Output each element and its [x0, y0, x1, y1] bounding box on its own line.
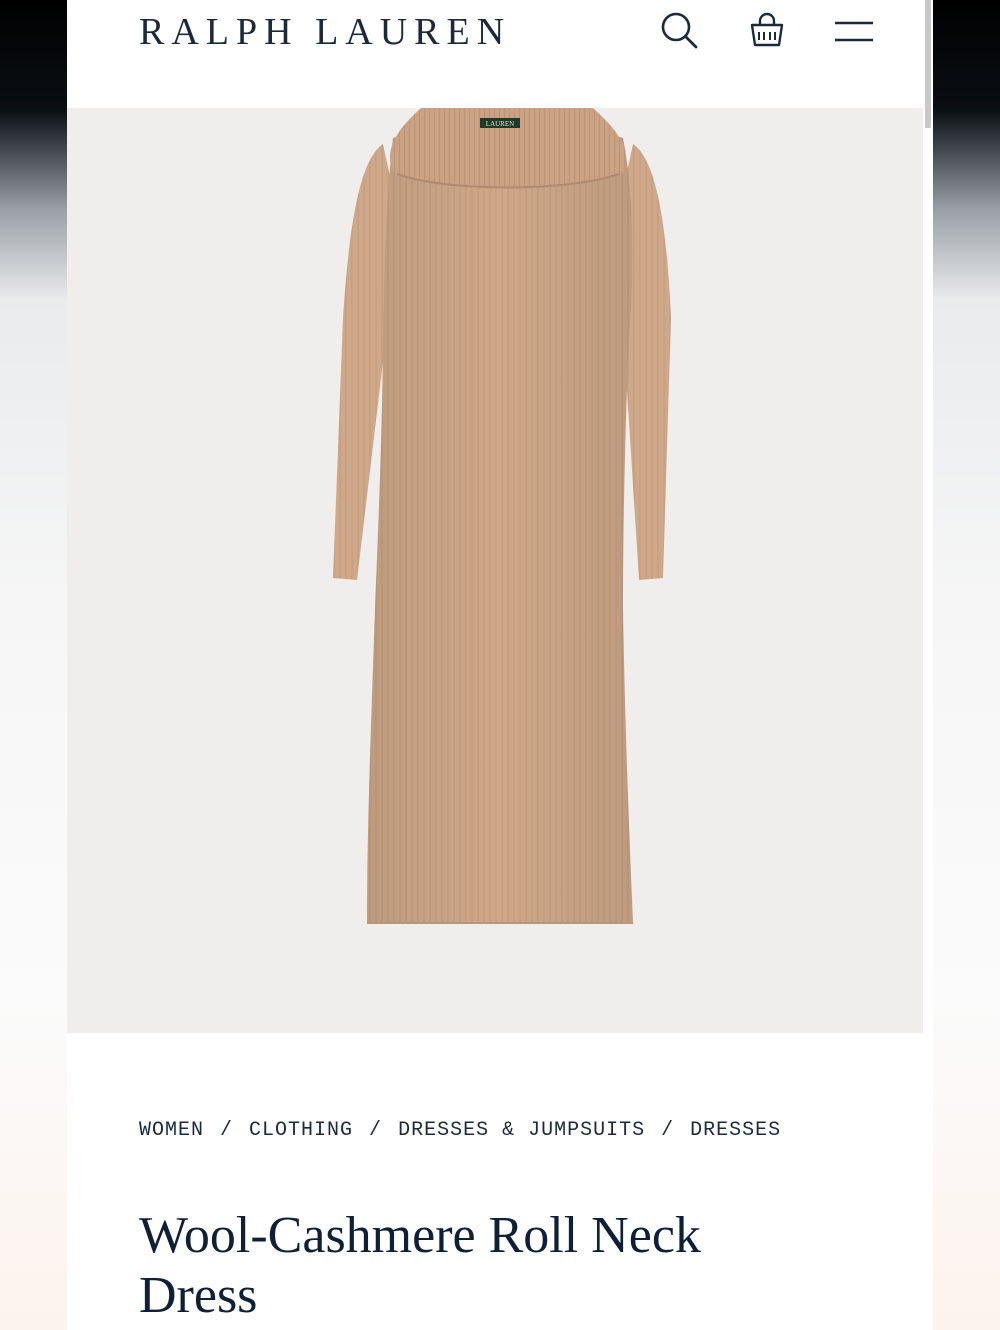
shopping-bag-button[interactable] [745, 8, 789, 52]
breadcrumb-women[interactable]: WOMEN [139, 1119, 204, 1142]
breadcrumb: WOMEN / CLOTHING / DRESSES & JUMPSUITS / DRESS… [139, 1118, 781, 1144]
page-viewport: RALPH LAUREN LAUREN WOMEN / CLOTHING / D… [67, 0, 933, 1330]
brand-logo[interactable]: RALPH LAUREN [139, 12, 511, 52]
menu-button[interactable] [832, 8, 876, 52]
breadcrumb-separator: / [369, 1119, 383, 1142]
breadcrumb-clothing[interactable]: CLOTHING [249, 1119, 353, 1142]
brand-label-text: LAUREN [486, 120, 514, 128]
product-title: Wool-Cashmere Roll Neck Dress [139, 1207, 701, 1324]
scrollbar[interactable] [923, 0, 933, 1330]
site-header: RALPH LAUREN [67, 0, 923, 108]
product-image: LAUREN [333, 108, 671, 924]
breadcrumb-separator: / [661, 1119, 675, 1142]
breadcrumb-dresses-jumpsuits[interactable]: DRESSES & JUMPSUITS [398, 1119, 645, 1142]
scrollbar-thumb[interactable] [925, 0, 931, 128]
search-icon [661, 12, 698, 49]
breadcrumb-dresses[interactable]: DRESSES [690, 1119, 781, 1142]
hamburger-menu-icon [835, 21, 873, 42]
search-button[interactable] [657, 8, 701, 52]
product-image-area[interactable]: LAUREN [67, 108, 933, 1033]
shopping-bag-icon [750, 12, 784, 47]
breadcrumb-separator: / [220, 1119, 234, 1142]
